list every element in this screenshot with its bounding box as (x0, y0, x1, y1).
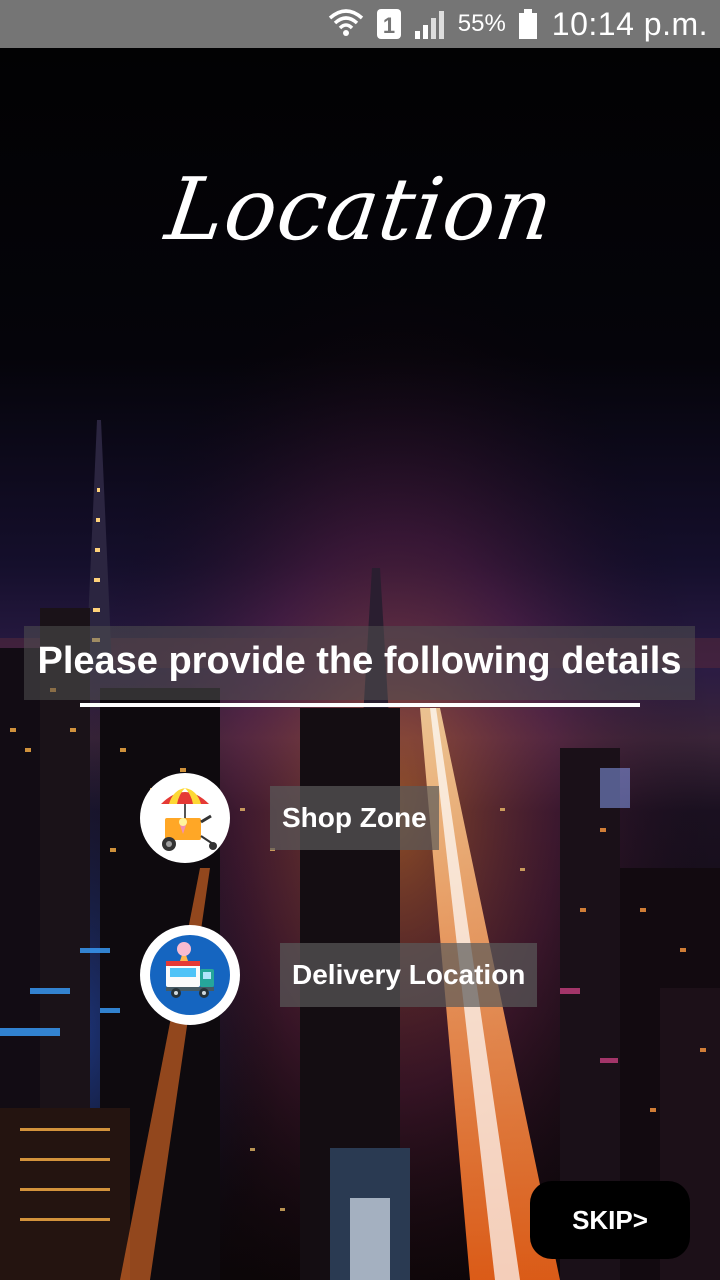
page-title: Location (160, 160, 560, 260)
details-heading: Please provide the following details (37, 640, 682, 682)
skip-button[interactable]: SKIP> (530, 1181, 690, 1259)
delivery-location-label[interactable]: Delivery Location (280, 943, 538, 1007)
ice-cream-cart-icon[interactable] (140, 773, 230, 863)
food-truck-icon[interactable] (140, 925, 240, 1025)
sim-card-icon: 1 (376, 8, 402, 40)
battery-percent: 55% (457, 10, 506, 37)
battery-icon (518, 8, 538, 40)
status-bar: 1 55% 10:14 p.m. (0, 0, 720, 48)
heading-underline (80, 703, 640, 707)
sim-slot-number: 1 (383, 13, 395, 38)
clock: 10:14 p.m. (551, 5, 708, 42)
signal-icon (414, 9, 446, 39)
shop-zone-option[interactable]: Shop Zone (140, 773, 439, 863)
delivery-location-option[interactable]: Delivery Location (140, 925, 538, 1025)
shop-zone-label[interactable]: Shop Zone (270, 786, 439, 850)
location-screen: 1 55% 10:14 p.m. Location Please provide… (0, 0, 720, 1280)
wifi-icon (328, 8, 364, 40)
